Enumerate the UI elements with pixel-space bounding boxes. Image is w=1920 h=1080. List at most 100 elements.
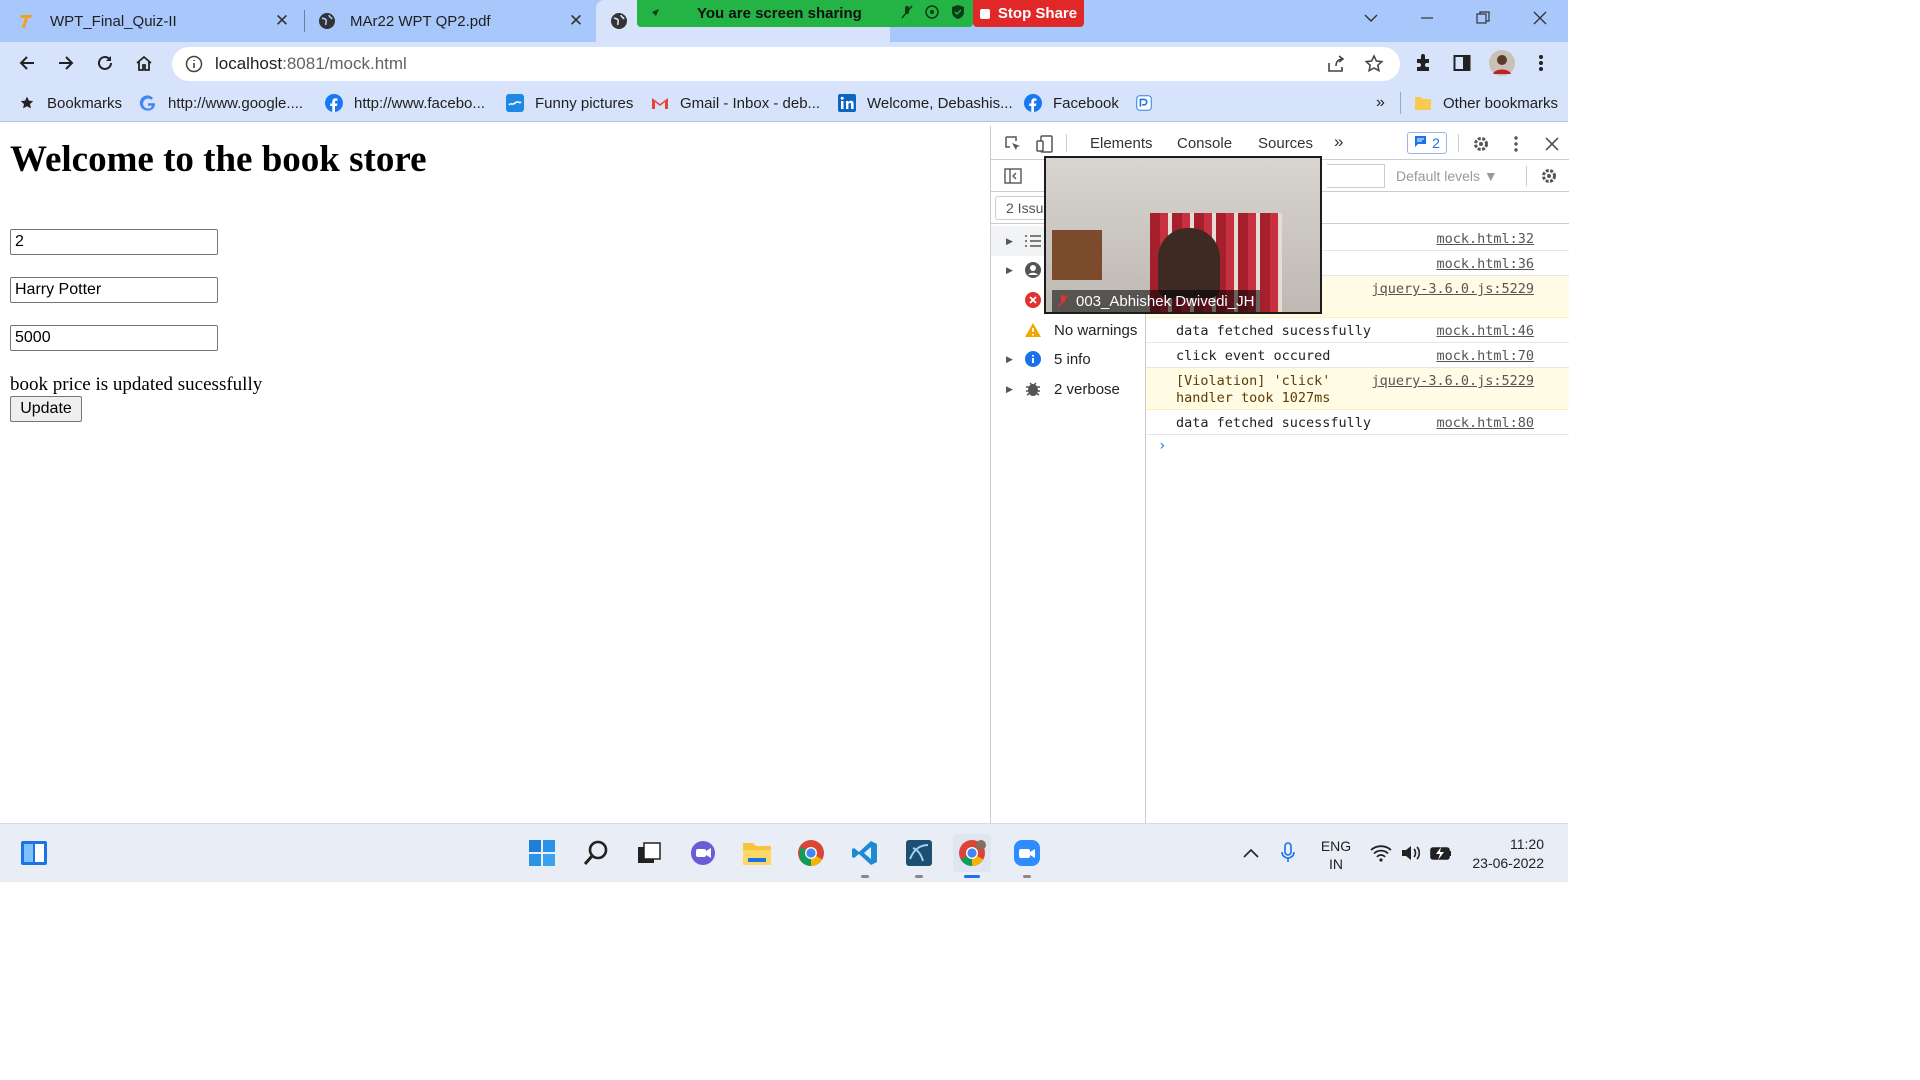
clock-time: 11:20 <box>1510 836 1544 852</box>
language-code: ENG <box>1320 838 1352 854</box>
default-levels-dropdown[interactable]: Default levels ▼ <box>1396 168 1498 184</box>
url-path: :8081/mock.html <box>282 54 407 73</box>
bookmark-bookmarks[interactable]: Bookmarks <box>18 93 122 113</box>
forward-arrow-icon[interactable] <box>51 48 81 78</box>
console-source-link[interactable]: jquery-3.6.0.js:5229 <box>1371 373 1534 389</box>
file-explorer-icon[interactable] <box>738 834 776 872</box>
console-prompt[interactable]: › <box>1158 438 1166 454</box>
back-arrow-icon[interactable] <box>12 48 42 78</box>
tab-wpt-final-quiz[interactable]: WPT_Final_Quiz-II ✕ <box>18 0 300 42</box>
folder-icon <box>1414 94 1432 112</box>
participant-name: 003_Abhishek Dwivedi_JH <box>1076 292 1255 310</box>
expand-arrow-icon[interactable]: ▶ <box>1006 384 1013 395</box>
record-icon[interactable] <box>924 4 940 24</box>
bookmark-label: Bookmarks <box>47 94 123 112</box>
bookmark-star-icon[interactable] <box>1364 54 1384 79</box>
bookmark-app[interactable] <box>1135 93 1164 113</box>
other-bookmarks[interactable]: Other bookmarks <box>1414 93 1558 113</box>
device-toolbar-icon[interactable] <box>1034 133 1056 155</box>
console-source-link[interactable]: jquery-3.6.0.js:5229 <box>1371 281 1534 297</box>
settings-gear-icon[interactable] <box>1470 133 1492 155</box>
participant-video-window[interactable]: 003_Abhishek Dwivedi_JH <box>1044 156 1322 314</box>
chrome-icon[interactable] <box>792 834 830 872</box>
tab-console[interactable]: Console <box>1177 135 1232 152</box>
bookmark-linkedin[interactable]: Welcome, Debashis... <box>838 93 1013 113</box>
book-id-input[interactable] <box>10 229 218 255</box>
tab-search-chevron-icon[interactable] <box>1343 0 1399 36</box>
tray-chevron-up-icon[interactable] <box>1236 834 1266 872</box>
devtools-menu-icon[interactable] <box>1505 133 1527 155</box>
wifi-icon[interactable] <box>1366 834 1396 872</box>
bookmark-facebook-url[interactable]: http://www.facebo... <box>325 93 485 113</box>
more-tabs-button[interactable]: » <box>1334 132 1343 152</box>
expand-arrow-icon[interactable]: ▶ <box>1006 265 1013 276</box>
expand-arrow-icon[interactable]: ▶ <box>1006 236 1013 247</box>
extensions-icon[interactable] <box>1408 48 1438 78</box>
battery-icon[interactable] <box>1426 834 1456 872</box>
console-settings-icon[interactable] <box>1538 165 1560 187</box>
home-icon[interactable] <box>129 48 159 78</box>
close-devtools-icon[interactable] <box>1541 133 1563 155</box>
microphone-icon[interactable] <box>1273 834 1303 872</box>
chrome-menu-icon[interactable] <box>1526 48 1556 78</box>
book-name-input[interactable] <box>10 277 218 303</box>
console-source-link[interactable]: mock.html:70 <box>1436 348 1534 364</box>
task-view-icon[interactable] <box>630 834 668 872</box>
security-shield-icon[interactable] <box>950 4 966 24</box>
globe-icon <box>318 12 336 30</box>
widgets-icon[interactable] <box>15 834 53 872</box>
sidebar-item-info[interactable]: ▶ 5 info <box>991 344 1146 374</box>
profile-avatar[interactable] <box>1487 48 1517 78</box>
mic-muted-icon[interactable] <box>900 5 914 22</box>
restore-icon[interactable] <box>1455 0 1511 36</box>
stop-share-button[interactable]: Stop Share <box>973 0 1084 27</box>
filter-input[interactable] <box>1327 164 1385 188</box>
chrome-profile-icon[interactable] <box>953 834 991 878</box>
minimize-icon[interactable] <box>1399 0 1455 36</box>
zoom-icon[interactable] <box>1008 834 1046 878</box>
sidebar-toggle-icon[interactable] <box>1002 165 1024 187</box>
site-info-icon[interactable] <box>185 55 203 73</box>
tab-elements[interactable]: Elements <box>1090 135 1153 152</box>
console-source-link[interactable]: mock.html:46 <box>1436 323 1534 339</box>
expand-arrow-icon[interactable]: ▶ <box>1006 354 1013 365</box>
side-panel-icon[interactable] <box>1447 48 1477 78</box>
inspect-element-icon[interactable] <box>1002 133 1024 155</box>
console-source-link[interactable]: mock.html:36 <box>1436 256 1534 272</box>
bookmark-google[interactable]: http://www.google.... <box>139 93 303 113</box>
screen-sharing-banner: You are screen sharing <box>637 0 973 27</box>
search-icon[interactable] <box>577 834 615 872</box>
tab-sources[interactable]: Sources <box>1258 135 1313 152</box>
sidebar-item-verbose[interactable]: ▶ 2 verbose <box>991 374 1146 404</box>
close-tab-icon[interactable]: ✕ <box>566 11 586 31</box>
bookmark-funny-pictures[interactable]: Funny pictures <box>506 93 633 113</box>
language-indicator[interactable]: ENG IN <box>1316 837 1356 873</box>
bookmark-facebook[interactable]: Facebook <box>1024 93 1119 113</box>
vscode-icon[interactable] <box>846 834 884 878</box>
issues-badge[interactable]: 2 <box>1407 132 1447 154</box>
book-price-input[interactable] <box>10 325 218 351</box>
update-button[interactable]: Update <box>10 396 82 422</box>
bookmark-label: Facebook <box>1053 94 1119 112</box>
close-tab-icon[interactable]: ✕ <box>272 11 292 31</box>
chat-icon[interactable] <box>684 834 722 872</box>
bookmark-label: Welcome, Debashis... <box>867 94 1013 112</box>
mysql-workbench-icon[interactable] <box>900 834 938 878</box>
start-icon[interactable] <box>523 834 561 872</box>
bookmarks-overflow-button[interactable]: » <box>1376 93 1385 113</box>
tab-wpt-qp2-pdf[interactable]: MAr22 WPT QP2.pdf ✕ <box>318 0 594 42</box>
volume-icon[interactable] <box>1396 834 1426 872</box>
close-window-icon[interactable] <box>1512 0 1568 36</box>
clock[interactable]: 11:20 23-06-2022 <box>1462 835 1552 873</box>
url-host: localhost <box>215 54 283 73</box>
console-source-link[interactable]: mock.html:32 <box>1436 231 1534 247</box>
bookmark-gmail[interactable]: Gmail - Inbox - deb... <box>651 93 820 113</box>
clock-date: 23-06-2022 <box>1472 855 1544 871</box>
share-icon[interactable] <box>1326 55 1346 78</box>
reload-icon[interactable] <box>90 48 120 78</box>
bookmark-label: Gmail - Inbox - deb... <box>680 94 821 112</box>
sidebar-item-warnings[interactable]: No warnings <box>991 315 1146 345</box>
page-viewport: Welcome to the book store book price is … <box>0 126 990 823</box>
address-bar[interactable]: localhost:8081/mock.html <box>172 47 1400 81</box>
console-source-link[interactable]: mock.html:80 <box>1436 415 1534 431</box>
